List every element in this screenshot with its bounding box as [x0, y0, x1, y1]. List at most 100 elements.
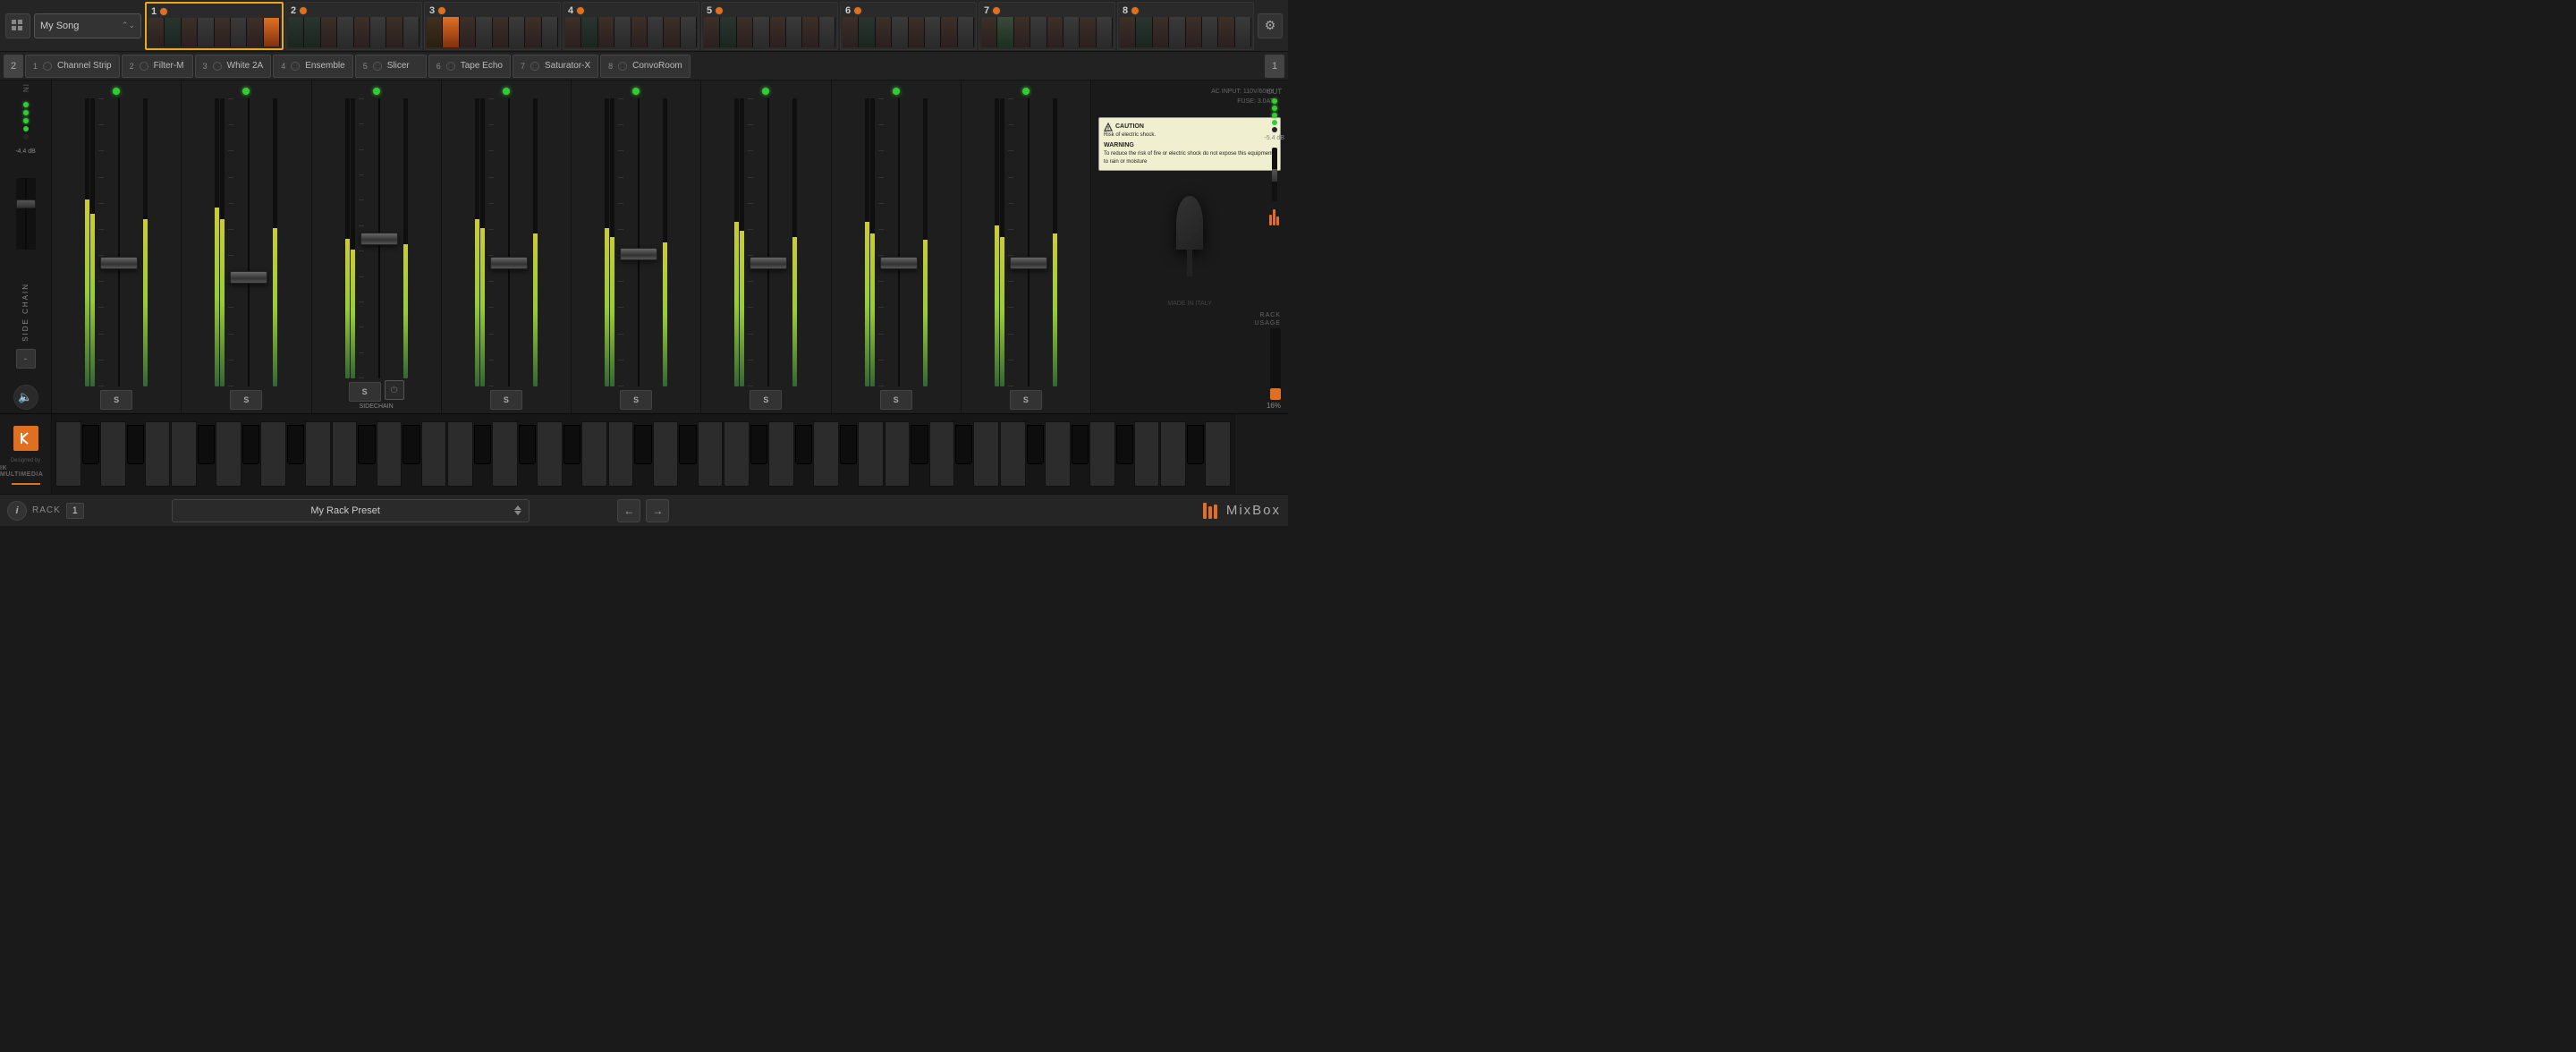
piano-white-key[interactable] [724, 421, 750, 487]
solo-button-7[interactable]: S [880, 390, 912, 410]
piano-white-key[interactable] [929, 421, 955, 487]
nav-back-button[interactable]: ← [617, 499, 640, 522]
piano-white-key[interactable] [260, 421, 286, 487]
solo-button-5[interactable]: S [620, 390, 652, 410]
sidechain-power-button-3[interactable]: ⏻ [385, 380, 404, 400]
preset-selector[interactable]: My Rack Preset [172, 499, 530, 522]
piano-black-key[interactable] [82, 425, 99, 464]
sidechain-minus-button[interactable]: - [16, 349, 36, 369]
rack-slot-1[interactable]: 1 [145, 2, 284, 50]
song-selector[interactable]: My Song ⌃⌄ [34, 13, 141, 38]
preset-arrow-down[interactable] [514, 511, 521, 515]
piano-white-key[interactable] [858, 421, 884, 487]
piano-black-key[interactable] [402, 425, 419, 464]
piano-black-key[interactable] [287, 425, 304, 464]
solo-button-4[interactable]: S [490, 390, 522, 410]
piano-white-key[interactable] [698, 421, 724, 487]
piano-white-key[interactable] [1089, 421, 1115, 487]
fader-knob-8[interactable] [1010, 257, 1047, 269]
nav-forward-button[interactable]: → [646, 499, 669, 522]
fader-knob-7[interactable] [880, 257, 918, 269]
fader-knob-6[interactable] [750, 257, 787, 269]
piano-black-key[interactable] [519, 425, 536, 464]
piano-black-key[interactable] [1187, 425, 1204, 464]
piano-white-key[interactable] [653, 421, 679, 487]
rack-slot-6[interactable]: 6 [840, 2, 977, 50]
piano-white-key[interactable] [145, 421, 171, 487]
out-fader-handle[interactable] [1272, 169, 1277, 182]
rack-number[interactable]: 1 [66, 503, 84, 519]
rack-slot-7[interactable]: 7 [979, 2, 1115, 50]
fader-knob-4[interactable] [490, 257, 528, 269]
solo-button-3[interactable]: S [349, 382, 381, 402]
piano-black-key[interactable] [127, 425, 144, 464]
solo-button-2[interactable]: S [230, 390, 262, 410]
plugin-slot-4[interactable]: 4 Ensemble [273, 55, 352, 78]
piano-black-key[interactable] [955, 425, 972, 464]
piano-black-key[interactable] [242, 425, 259, 464]
piano-black-key[interactable] [1027, 425, 1044, 464]
rack-slot-8[interactable]: 8 [1117, 2, 1254, 50]
piano-white-key[interactable] [55, 421, 81, 487]
piano-black-key[interactable] [795, 425, 812, 464]
piano-white-key[interactable] [1045, 421, 1071, 487]
plugin-slot-2[interactable]: 2 Filter-M [122, 55, 193, 78]
solo-button-6[interactable]: S [750, 390, 782, 410]
info-button[interactable]: i [7, 501, 27, 521]
rack-slot-5[interactable]: 5 [701, 2, 838, 50]
fader-knob-3[interactable] [360, 233, 398, 245]
piano-black-key[interactable] [679, 425, 696, 464]
piano-white-key[interactable] [421, 421, 447, 487]
piano-black-key[interactable] [474, 425, 491, 464]
piano-black-key[interactable] [1072, 425, 1089, 464]
piano-black-key[interactable] [198, 425, 215, 464]
piano-white-key[interactable] [813, 421, 839, 487]
piano-white-key[interactable] [973, 421, 999, 487]
piano-black-key[interactable] [564, 425, 580, 464]
plugin-slot-3[interactable]: 3 White 2A [195, 55, 272, 78]
plugin-slot-1[interactable]: 1 Channel Strip [25, 55, 120, 78]
plugin-slot-5[interactable]: 5 Slicer [355, 55, 427, 78]
fader-knob-2[interactable] [230, 271, 267, 284]
rack-slot-3[interactable]: 3 [424, 2, 561, 50]
piano-white-key[interactable] [216, 421, 242, 487]
piano-white-key[interactable] [332, 421, 358, 487]
fader-knob-5[interactable] [620, 248, 657, 260]
piano-white-key[interactable] [171, 421, 197, 487]
fader-knob-1[interactable] [100, 257, 138, 269]
piano-white-key[interactable] [305, 421, 331, 487]
solo-button-8[interactable]: S [1010, 390, 1042, 410]
solo-button-1[interactable]: S [100, 390, 132, 410]
piano-white-key[interactable] [1134, 421, 1160, 487]
piano-black-key[interactable] [750, 425, 767, 464]
piano-white-key[interactable] [492, 421, 518, 487]
piano-white-key[interactable] [1000, 421, 1026, 487]
piano-black-key[interactable] [911, 425, 928, 464]
piano-white-key[interactable] [100, 421, 126, 487]
plugin-slot-8[interactable]: 8 ConvoRoom [600, 55, 691, 78]
piano-white-key[interactable] [581, 421, 607, 487]
piano-black-key[interactable] [358, 425, 375, 464]
plugin-slot-6[interactable]: 6 Tape Echo [428, 55, 511, 78]
speaker-button[interactable]: 🔈 [13, 385, 38, 410]
piano-white-key[interactable] [885, 421, 911, 487]
rack-slot-4[interactable]: 4 [563, 2, 699, 50]
input-fader[interactable] [16, 178, 36, 250]
piano-black-key[interactable] [840, 425, 857, 464]
piano-white-key[interactable] [768, 421, 794, 487]
piano-black-key[interactable] [1116, 425, 1133, 464]
rack-slot-2[interactable]: 2 [285, 2, 422, 50]
settings-button[interactable]: ⚙ [1258, 13, 1283, 38]
plugin-slot-7[interactable]: 7 Saturator-X [513, 55, 598, 78]
piano-white-key[interactable] [1160, 421, 1186, 487]
piano-white-key[interactable] [377, 421, 402, 487]
piano-white-key[interactable] [1205, 421, 1231, 487]
fader-handle[interactable] [16, 199, 36, 208]
piano-white-key[interactable] [537, 421, 563, 487]
piano-white-key[interactable] [447, 421, 473, 487]
piano-black-key[interactable] [634, 425, 651, 464]
piano-white-key[interactable] [608, 421, 634, 487]
grid-button[interactable] [5, 13, 30, 38]
preset-arrow-up[interactable] [514, 505, 521, 510]
preset-arrows[interactable] [514, 505, 521, 515]
